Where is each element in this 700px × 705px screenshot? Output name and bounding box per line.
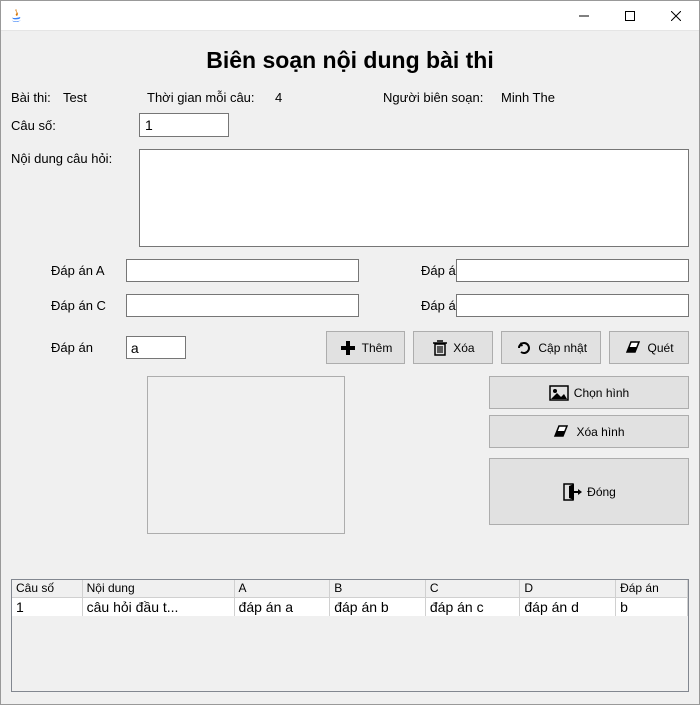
author-value: Minh The: [501, 90, 555, 105]
correct-answer-label: Đáp án: [11, 340, 118, 355]
add-button[interactable]: Thêm: [326, 331, 406, 364]
minimize-button[interactable]: [561, 1, 607, 31]
answer-a-input[interactable]: [126, 259, 359, 282]
questions-table[interactable]: Câu sốNội dungABCDĐáp án 1câu hỏi đầu t.…: [11, 579, 689, 692]
answer-c-input[interactable]: [126, 294, 359, 317]
table-header[interactable]: A: [234, 580, 330, 597]
java-icon: [9, 8, 25, 24]
question-content-label: Nội dung câu hỏi:: [11, 149, 131, 247]
exam-value: Test: [63, 90, 139, 105]
add-button-label: Thêm: [362, 341, 393, 355]
table-cell: đáp án a: [234, 597, 330, 616]
update-button[interactable]: Cập nhật: [501, 331, 601, 364]
delete-button[interactable]: Xóa: [413, 331, 493, 364]
answer-a-label: Đáp án A: [11, 263, 118, 278]
image-preview: [147, 376, 345, 534]
answer-b-label: Đáp án B: [381, 263, 448, 278]
time-per-q-label: Thời gian mỗi câu:: [147, 90, 267, 105]
close-button-label: Đóng: [587, 485, 616, 499]
choose-image-label: Chọn hình: [574, 386, 629, 400]
answer-d-label: Đáp án D: [381, 298, 448, 313]
update-button-label: Cập nhật: [538, 341, 587, 355]
table-cell: câu hỏi đầu t...: [82, 597, 234, 616]
eraser-icon: [553, 424, 571, 440]
table-header[interactable]: Nội dung: [82, 580, 234, 597]
delete-image-label: Xóa hình: [576, 425, 624, 439]
exam-label: Bài thi:: [11, 90, 55, 105]
image-icon: [549, 385, 569, 401]
table-cell: đáp án c: [425, 597, 520, 616]
answer-b-input[interactable]: [456, 259, 689, 282]
table-header[interactable]: B: [330, 580, 426, 597]
table-header[interactable]: C: [425, 580, 520, 597]
table-row[interactable]: 1câu hỏi đầu t...đáp án ađáp án bđáp án …: [12, 597, 688, 616]
question-number-label: Câu số:: [11, 118, 131, 133]
table-header[interactable]: Câu số: [12, 580, 82, 597]
author-label: Người biên soạn:: [383, 90, 493, 105]
correct-answer-input[interactable]: [126, 336, 186, 359]
answer-c-label: Đáp án C: [11, 298, 118, 313]
choose-image-button[interactable]: Chọn hình: [489, 376, 689, 409]
scan-button-label: Quét: [648, 341, 674, 355]
table-header[interactable]: D: [520, 580, 616, 597]
table-cell: đáp án b: [330, 597, 426, 616]
delete-image-button[interactable]: Xóa hình: [489, 415, 689, 448]
table-header[interactable]: Đáp án: [616, 580, 688, 597]
scan-button[interactable]: Quét: [609, 331, 689, 364]
table-cell: đáp án d: [520, 597, 616, 616]
trash-icon: [432, 339, 448, 357]
close-button[interactable]: Đóng: [489, 458, 689, 525]
table-cell: 1: [12, 597, 82, 616]
close-window-button[interactable]: [653, 1, 699, 31]
maximize-button[interactable]: [607, 1, 653, 31]
titlebar: [1, 1, 699, 31]
refresh-icon: [515, 339, 533, 357]
eraser-icon: [625, 340, 643, 356]
time-per-q-value: 4: [275, 90, 375, 105]
question-content-textarea[interactable]: [139, 149, 689, 247]
page-title: Biên soạn nội dung bài thi: [11, 39, 689, 88]
exit-icon: [562, 482, 582, 502]
delete-button-label: Xóa: [453, 341, 474, 355]
answer-d-input[interactable]: [456, 294, 689, 317]
table-cell: b: [616, 597, 688, 616]
plus-icon: [339, 339, 357, 357]
question-number-input[interactable]: [139, 113, 229, 137]
